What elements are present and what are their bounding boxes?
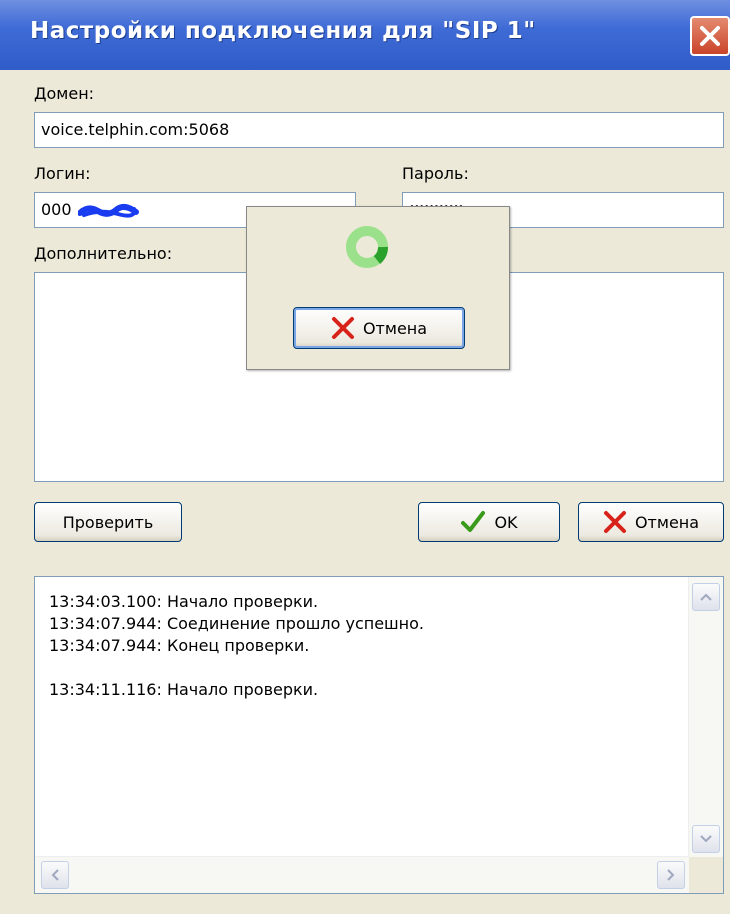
close-button[interactable]	[690, 16, 730, 56]
checkmark-icon	[461, 511, 486, 532]
popup-cancel-button[interactable]: Отмена	[293, 307, 465, 349]
close-icon	[700, 26, 720, 46]
log-line: 13:34:07.944: Соединение прошло успешно.	[49, 614, 425, 633]
chevron-left-icon	[51, 869, 59, 881]
log-panel[interactable]: 13:34:03.100: Начало проверки. 13:34:07.…	[34, 576, 724, 894]
domain-label: Домен:	[34, 84, 95, 103]
ok-button[interactable]: OK	[418, 502, 560, 542]
progress-popup: Отмена	[246, 206, 510, 370]
login-label: Логин:	[34, 164, 91, 183]
cancel-button[interactable]: Отмена	[578, 502, 724, 542]
cancel-x-icon	[603, 511, 626, 533]
horizontal-scrollbar[interactable]	[35, 856, 689, 893]
scroll-down-button[interactable]	[692, 825, 720, 853]
log-line: 13:34:11.116: Начало проверки.	[49, 680, 319, 699]
domain-field[interactable]: voice.telphin.com:5068	[34, 112, 724, 148]
login-value-prefix: 000	[41, 200, 72, 219]
log-lines: 13:34:03.100: Начало проверки. 13:34:07.…	[49, 591, 424, 701]
password-label: Пароль:	[402, 164, 469, 183]
loading-spinner-icon	[346, 226, 388, 268]
extra-label: Дополнительно:	[34, 244, 173, 263]
chevron-down-icon	[700, 835, 712, 843]
scroll-left-button[interactable]	[41, 861, 69, 889]
redaction-scribble	[76, 203, 139, 218]
chevron-right-icon	[667, 869, 675, 881]
check-button[interactable]: Проверить	[34, 502, 182, 542]
popup-cancel-label: Отмена	[362, 318, 428, 338]
cancel-button-label: Отмена	[634, 512, 700, 532]
scrollbar-corner	[689, 857, 723, 893]
window-title: Настройки подключения для "SIP 1"	[30, 18, 536, 44]
vertical-scrollbar[interactable]	[688, 577, 723, 857]
scroll-up-button[interactable]	[692, 583, 720, 611]
log-line: 13:34:03.100: Начало проверки.	[49, 592, 319, 611]
cancel-x-icon	[331, 317, 354, 339]
ok-button-label: OK	[494, 512, 518, 532]
title-bar: Настройки подключения для "SIP 1"	[0, 0, 730, 70]
scroll-right-button[interactable]	[657, 861, 685, 889]
chevron-up-icon	[700, 593, 712, 601]
check-button-label: Проверить	[62, 512, 154, 532]
log-line: 13:34:07.944: Конец проверки.	[49, 636, 310, 655]
